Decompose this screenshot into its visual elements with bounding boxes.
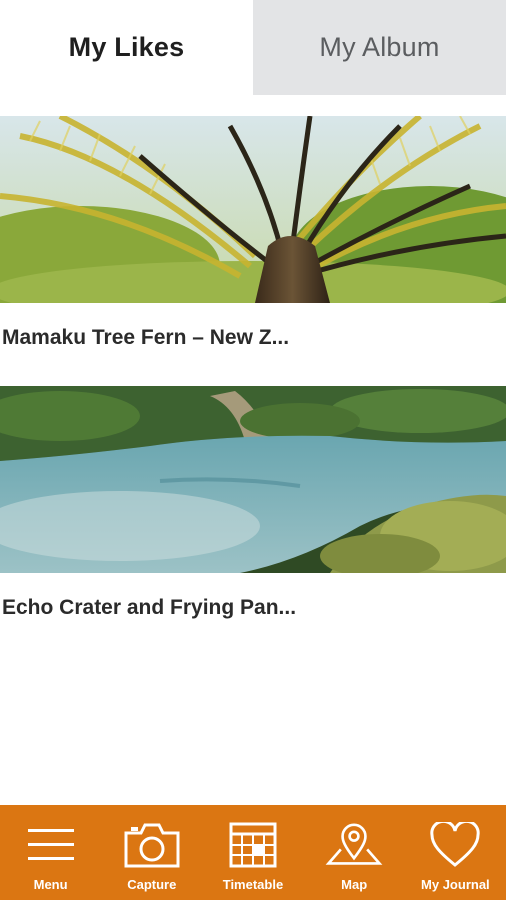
nav-my-journal[interactable]: My Journal <box>407 805 503 900</box>
nav-map[interactable]: Map <box>306 805 402 900</box>
map-pin-icon <box>325 819 383 871</box>
calendar-icon <box>224 819 282 871</box>
tab-my-likes[interactable]: My Likes <box>0 0 253 95</box>
nav-timetable[interactable]: Timetable <box>205 805 301 900</box>
tree-fern-photo[interactable] <box>0 116 506 303</box>
nav-capture[interactable]: Capture <box>104 805 200 900</box>
nav-menu-label: Menu <box>33 877 68 892</box>
tab-bar: My Likes My Album <box>0 0 506 95</box>
liked-item-title[interactable]: Echo Crater and Frying Pan... <box>0 573 506 643</box>
camera-icon <box>123 819 181 871</box>
nav-capture-label: Capture <box>127 877 177 892</box>
bottom-nav: Menu Capture Timetable Map My Journal <box>0 805 506 900</box>
app-screen: My Likes My Album Mamaku Tree Fern – New… <box>0 0 506 900</box>
menu-icon <box>22 819 80 871</box>
crater-lake-photo[interactable] <box>0 386 506 573</box>
nav-timetable-label: Timetable <box>222 877 284 892</box>
tab-my-album[interactable]: My Album <box>253 0 506 95</box>
nav-map-label: Map <box>341 877 368 892</box>
nav-my-journal-label: My Journal <box>421 877 490 892</box>
liked-item-title[interactable]: Mamaku Tree Fern – New Z... <box>0 303 506 373</box>
nav-menu[interactable]: Menu <box>3 805 99 900</box>
liked-item-card[interactable]: Mamaku Tree Fern – New Z... <box>0 116 506 373</box>
heart-icon <box>426 819 484 871</box>
liked-item-card[interactable]: Echo Crater and Frying Pan... <box>0 386 506 643</box>
